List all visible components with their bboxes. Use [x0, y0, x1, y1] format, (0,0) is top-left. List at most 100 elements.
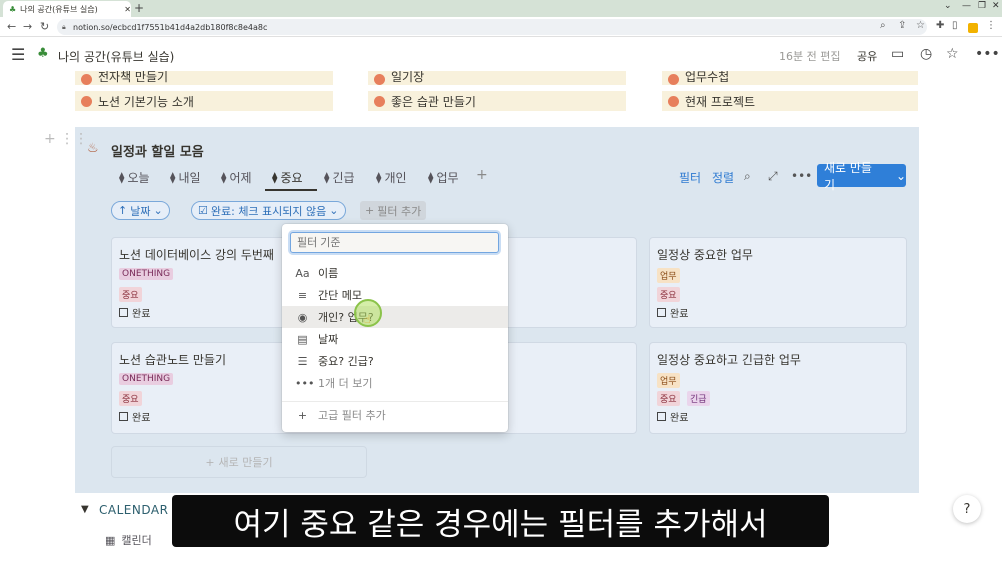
- search-icon[interactable]: ⌕: [744, 169, 751, 184]
- filter-search-input[interactable]: [290, 232, 499, 253]
- zoom-icon[interactable]: ⌕: [880, 20, 886, 31]
- tab-urgent[interactable]: ⧫ 긴급: [324, 169, 355, 186]
- reload-icon[interactable]: ↻: [40, 20, 49, 33]
- tag-important: 중요: [119, 287, 142, 302]
- gallery-card-label: 전자책 만들기: [98, 71, 169, 84]
- done-checkbox[interactable]: 완료: [119, 409, 150, 424]
- share-page-icon[interactable]: ⇪: [898, 20, 906, 31]
- comment-icon[interactable]: ▭: [891, 46, 904, 62]
- url-input[interactable]: 🔒︎ notion.so/ecbcd1f7551b41d4a2db180f8c8…: [57, 19, 927, 35]
- gallery-card[interactable]: 좋은 습관 만들기: [368, 91, 626, 111]
- filter-option-memo[interactable]: ≡ 간단 메모: [282, 284, 508, 306]
- filter-option-date[interactable]: ▤ 날짜: [282, 328, 508, 350]
- browser-tab-title: 나의 공간(유튜브 실습): [20, 4, 98, 14]
- new-item-button[interactable]: 새로 만들기 ⌄: [817, 161, 906, 192]
- sort-button[interactable]: 정렬: [712, 169, 734, 186]
- new-item-label: 새로 만들기: [824, 160, 872, 192]
- gallery-card[interactable]: 노션 기본기능 소개: [75, 91, 333, 111]
- board-card[interactable]: 일정상 중요하고 긴급한 업무 업무 중요 긴급 완료: [649, 342, 907, 434]
- sort-pill-label: 날짜: [130, 204, 151, 218]
- tab-work[interactable]: ⧫ 업무: [428, 169, 459, 186]
- expand-icon[interactable]: ⤢: [768, 169, 778, 184]
- restore-icon[interactable]: ❐: [978, 1, 986, 11]
- favorite-star-icon[interactable]: ☆: [946, 46, 959, 62]
- profile-avatar[interactable]: [968, 23, 978, 33]
- gallery-card-label: 좋은 습관 만들기: [391, 94, 476, 109]
- tag-urgent: 긴급: [687, 391, 710, 406]
- tab-tomorrow[interactable]: ⧫ 내일: [170, 169, 201, 186]
- tab-yesterday[interactable]: ⧫ 어제: [221, 169, 252, 186]
- filter-option-important-urgent[interactable]: ☰ 중요? 긴급?: [282, 350, 508, 372]
- bookmark-star-icon[interactable]: ☆: [916, 20, 925, 31]
- gallery-card-label: 현재 프로젝트: [685, 94, 756, 109]
- gallery-card[interactable]: 현재 프로젝트: [662, 91, 918, 111]
- checkbox-label: 완료: [670, 309, 689, 320]
- back-icon[interactable]: ←: [7, 20, 16, 33]
- option-label: 고급 필터 추가: [318, 409, 386, 422]
- done-checkbox[interactable]: 완료: [657, 305, 688, 320]
- advanced-filter-button[interactable]: + 고급 필터 추가: [282, 404, 508, 426]
- option-label: 중요? 긴급?: [318, 355, 374, 368]
- filter-button[interactable]: 필터: [679, 169, 701, 186]
- more-options-icon[interactable]: •••: [791, 169, 812, 183]
- tab-icon: ⧫: [428, 171, 434, 184]
- collapse-triangle-icon[interactable]: ▼: [81, 504, 89, 515]
- extensions-icon[interactable]: ✚: [936, 20, 944, 31]
- done-checkbox[interactable]: 완료: [657, 409, 688, 424]
- more-vert-icon[interactable]: ⋮: [986, 20, 996, 31]
- tab-label: 내일: [178, 171, 201, 185]
- text-type-icon: Aa: [295, 266, 310, 280]
- tab-personal[interactable]: ⧫ 개인: [376, 169, 407, 186]
- gallery-card[interactable]: 업무수첩: [662, 71, 918, 85]
- tab-label: 업무: [436, 171, 459, 185]
- minimize-icon[interactable]: —: [962, 1, 971, 11]
- drag-handle-icon[interactable]: + ⋮⋮: [44, 131, 88, 147]
- chevron-down-icon: ⌄: [329, 204, 339, 217]
- board-card[interactable]: 일정상 중요한 업무 업무 중요 완료: [649, 237, 907, 328]
- plus-icon: +: [297, 408, 308, 422]
- chevron-down-icon[interactable]: ⌄: [896, 169, 906, 183]
- add-filter-button[interactable]: + 필터 추가: [360, 201, 427, 220]
- filter-option-personal-work[interactable]: ◉ 개인? 업무?: [282, 306, 508, 328]
- plus-icon: +: [365, 204, 375, 217]
- share-button[interactable]: 공유: [857, 48, 877, 64]
- chevron-down-icon[interactable]: ⌄: [944, 1, 952, 11]
- close-window-icon[interactable]: ✕: [992, 1, 1000, 11]
- help-button[interactable]: ?: [953, 495, 981, 523]
- filter-option-name[interactable]: Aa 이름: [282, 262, 508, 284]
- calendar-heading[interactable]: CALENDAR: [99, 503, 168, 517]
- add-filter-label: 필터 추가: [377, 204, 422, 218]
- tab-important[interactable]: ⧫ 중요: [272, 169, 303, 186]
- card-title: 노션 데이터베이스 강의 두번째: [119, 248, 274, 262]
- ellipsis-icon: •••: [295, 376, 315, 390]
- hamburger-menu-icon[interactable]: ☰: [11, 45, 25, 64]
- history-clock-icon[interactable]: ◷: [920, 46, 932, 62]
- tab-today[interactable]: ⧫ 오늘: [119, 169, 150, 186]
- sidebar-icon[interactable]: ▯: [952, 20, 958, 31]
- close-tab-icon[interactable]: ✕: [124, 5, 131, 14]
- card-title: 일정상 중요하고 긴급한 업무: [657, 353, 801, 367]
- done-checkbox[interactable]: 완료: [119, 305, 150, 320]
- tab-icon: ⧫: [221, 171, 227, 184]
- gallery-card[interactable]: 일기장: [368, 71, 626, 85]
- database-title[interactable]: 일정과 할일 모음: [111, 141, 204, 160]
- calendar-view-tab[interactable]: ▦ 캘린더: [105, 532, 152, 548]
- peach-icon: [374, 74, 385, 85]
- sort-pill[interactable]: ↑ 날짜 ⌄: [111, 201, 170, 220]
- browser-tab[interactable]: ♣ 나의 공간(유튜브 실습) ✕: [3, 1, 131, 17]
- video-subtitle: 여기 중요 같은 경우에는 필터를 추가해서: [172, 495, 829, 547]
- new-card-button[interactable]: + 새로 만들기: [111, 446, 367, 478]
- more-horizontal-icon[interactable]: •••: [975, 46, 1000, 62]
- peach-icon: [668, 95, 679, 107]
- forward-icon[interactable]: →: [23, 20, 32, 33]
- filter-option-show-more[interactable]: ••• 1개 더 보기: [282, 372, 508, 394]
- new-tab-icon[interactable]: +: [134, 1, 144, 15]
- add-view-icon[interactable]: +: [476, 167, 488, 183]
- gallery-card[interactable]: 전자책 만들기: [75, 71, 333, 85]
- cactus-page-icon: ♣: [37, 46, 49, 61]
- checkbox-label: 완료: [132, 309, 151, 320]
- breadcrumb[interactable]: 나의 공간(유튜브 실습): [58, 48, 174, 65]
- peach-icon: [374, 95, 385, 107]
- edited-timestamp: 16분 전 편집: [779, 50, 841, 63]
- filter-pill[interactable]: ☑ 완료: 체크 표시되지 않음 ⌄: [191, 201, 346, 220]
